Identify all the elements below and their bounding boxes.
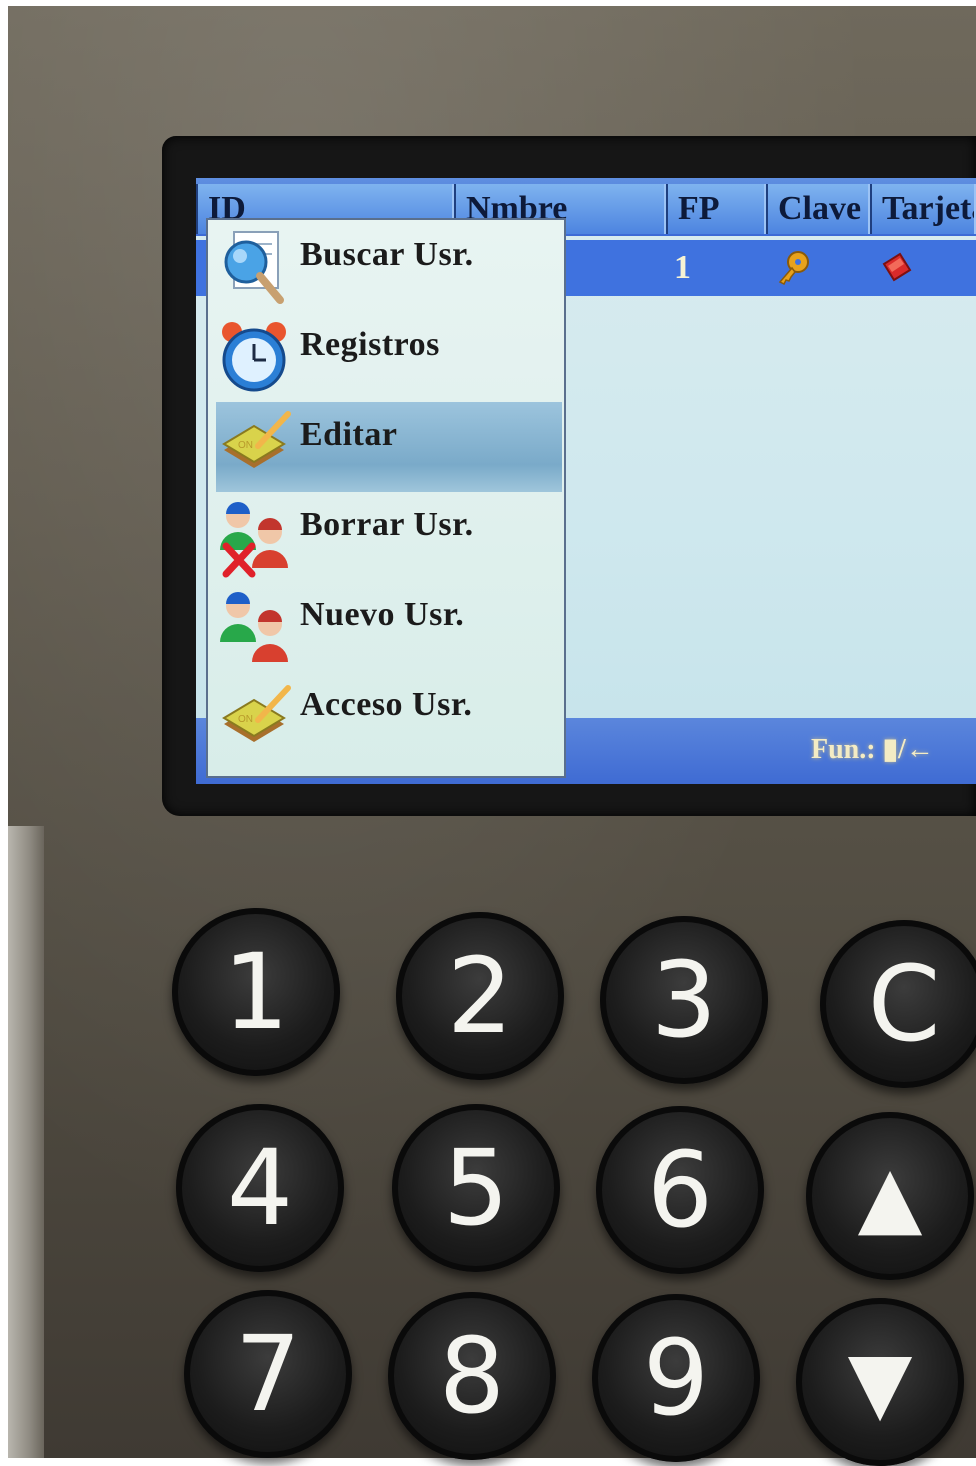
key-9[interactable]: 9: [592, 1294, 760, 1462]
menu-item-label: Editar: [300, 416, 398, 453]
key-3[interactable]: 3: [600, 916, 768, 1084]
menu-item-label: Buscar Usr.: [300, 236, 474, 273]
user-options-menu: Buscar Usr. Registros ON Editar Borrar U…: [206, 218, 566, 778]
wall-edge: [8, 826, 44, 1458]
key-8[interactable]: 8: [388, 1292, 556, 1460]
menu-item-label: Nuevo Usr.: [300, 596, 465, 633]
alarm-clock-icon: [222, 322, 286, 392]
menu-item-editar[interactable]: ON Editar: [216, 402, 562, 492]
key-1[interactable]: 1: [172, 908, 340, 1076]
svg-text:ON: ON: [238, 440, 253, 451]
column-header-tarjeta[interactable]: Tarjeta: [870, 184, 976, 234]
function-hint: Fun.: ▮/←: [811, 734, 934, 765]
menu-item-label: Acceso Usr.: [300, 686, 473, 723]
key-icon: [778, 251, 809, 286]
menu-item-borrar-usr[interactable]: Borrar Usr.: [216, 492, 562, 582]
key-2[interactable]: 2: [396, 912, 564, 1080]
card-icon: [882, 252, 912, 282]
column-header-clave[interactable]: Clave: [766, 184, 870, 234]
users-add-icon: [220, 592, 288, 662]
key-clear[interactable]: C: [820, 920, 976, 1088]
menu-item-label: Borrar Usr.: [300, 506, 474, 543]
menu-item-label: Registros: [300, 326, 440, 363]
key-5[interactable]: 5: [392, 1104, 560, 1272]
key-4[interactable]: 4: [176, 1104, 344, 1272]
users-delete-icon: [220, 502, 288, 578]
key-down[interactable]: ▼: [796, 1298, 964, 1466]
key-up[interactable]: ▲: [806, 1112, 974, 1280]
notepad-pencil-icon: ON: [222, 685, 291, 742]
key-7[interactable]: 7: [184, 1290, 352, 1458]
lcd-screen: ID Nmbre FP Clave Tarjeta 1 Fun.: ▮/←: [196, 178, 976, 784]
cell-fp: 1: [674, 249, 691, 286]
key-6[interactable]: 6: [596, 1106, 764, 1274]
menu-item-nuevo-usr[interactable]: Nuevo Usr.: [216, 582, 562, 672]
column-header-fp[interactable]: FP: [666, 184, 766, 234]
magnifier-document-icon: [224, 231, 284, 304]
notepad-pencil-icon: ON: [222, 411, 291, 468]
svg-text:ON: ON: [238, 714, 253, 725]
menu-item-registros[interactable]: Registros: [216, 312, 562, 402]
menu-item-acceso-usr[interactable]: ON Acceso Usr.: [216, 672, 562, 762]
menu-item-buscar-usr[interactable]: Buscar Usr.: [216, 222, 562, 312]
